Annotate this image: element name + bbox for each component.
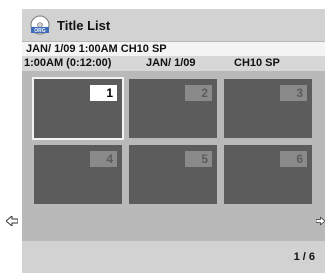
info-line-primary: JAN/ 1/09 1:00AM CH10 SP: [22, 42, 325, 56]
page-title: Title List: [57, 17, 111, 33]
disc-orig-icon: ORG: [30, 15, 50, 35]
title-thumbnail[interactable]: 5: [129, 145, 217, 204]
footer-bar: 1 / 6: [22, 241, 325, 273]
thumbnail-number: 1: [90, 85, 117, 101]
header-bar: ORG Title List: [22, 9, 325, 41]
title-thumbnail[interactable]: 3: [224, 79, 312, 138]
disc-icon-label: ORG: [34, 28, 46, 34]
page-indicator: 1 / 6: [293, 251, 315, 263]
info-line-secondary: 1:00AM (0:12:00) JAN/ 1/09 CH10 SP: [22, 56, 325, 71]
title-thumbnail[interactable]: 2: [129, 79, 217, 138]
left-arrow-icon[interactable]: [6, 216, 18, 226]
thumbnail-number: 3: [280, 85, 307, 101]
title-list-screen: ORG Title List JAN/ 1/09 1:00AM CH10 SP …: [22, 9, 325, 273]
title-thumbnail[interactable]: 1: [32, 77, 124, 140]
title-thumbnail[interactable]: 4: [34, 145, 122, 204]
recording-time: 1:00AM (0:12:00): [24, 57, 112, 69]
right-arrow-icon[interactable]: [316, 216, 325, 226]
thumbnail-number: 4: [90, 151, 117, 167]
recording-channel: CH10 SP: [234, 57, 280, 69]
thumbnail-number: 2: [185, 85, 212, 101]
title-thumbnail[interactable]: 6: [224, 145, 312, 204]
recording-date: JAN/ 1/09: [146, 57, 196, 69]
thumbnail-number: 5: [185, 151, 212, 167]
thumbnail-number: 6: [280, 151, 307, 167]
